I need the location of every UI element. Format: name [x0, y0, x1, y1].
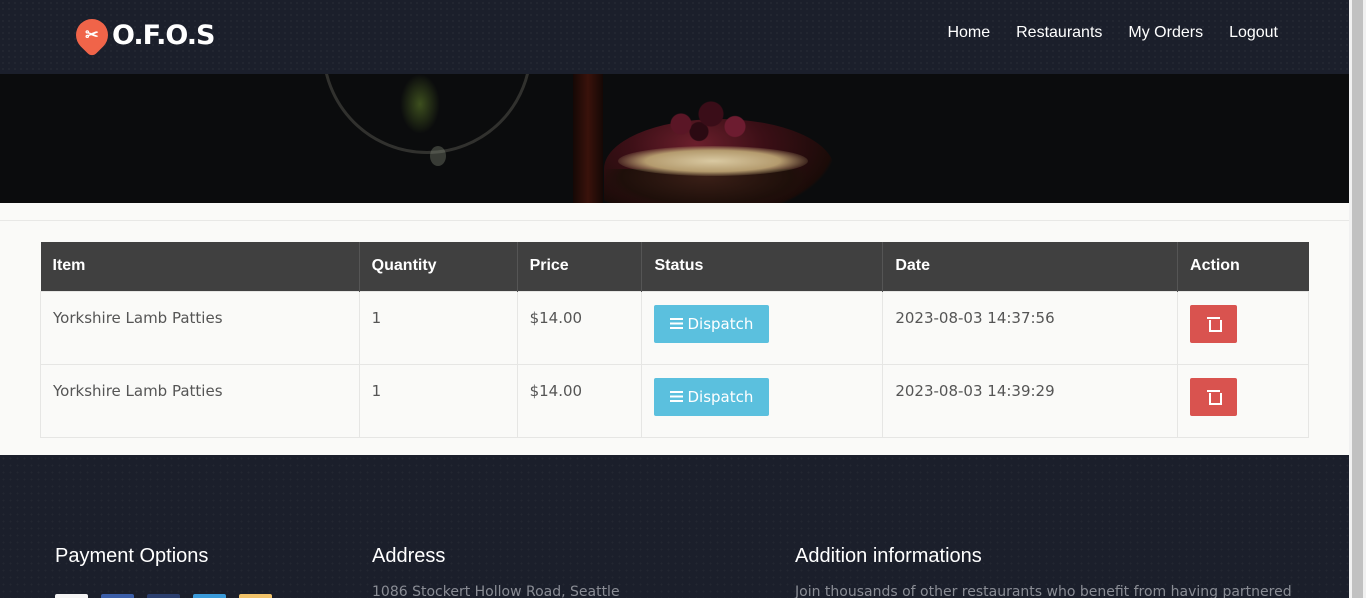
logo-badge-icon: ✂	[69, 12, 115, 58]
hero-glass-stem	[430, 146, 446, 166]
column-header-date: Date	[882, 242, 1179, 291]
column-header-price: Price	[517, 242, 643, 291]
cell-status: Dispatch	[641, 290, 884, 365]
bars-icon	[670, 391, 684, 402]
cell-date: 2023-08-03 14:39:29	[882, 363, 1179, 438]
navbar: ✂ O.F.O.S Home Restaurants My Orders Log…	[0, 0, 1349, 74]
hero-background-accent	[573, 74, 603, 203]
card-gold-icon	[239, 594, 272, 598]
card-white-icon	[55, 594, 88, 598]
dispatch-label: Dispatch	[687, 314, 754, 333]
payment-options-heading: Payment Options	[55, 545, 209, 567]
page-scrollbar[interactable]	[1349, 0, 1366, 598]
card-navy-icon	[147, 594, 180, 598]
orders-table: Item Quantity Price Status Date Action Y…	[40, 242, 1309, 438]
table-row: Yorkshire Lamb Patties 1 $14.00 Dispatch…	[40, 290, 1309, 365]
additional-info-text: Join thousands of other restaurants who …	[795, 584, 1292, 598]
delete-button[interactable]	[1190, 304, 1238, 343]
nav-home-link[interactable]: Home	[947, 24, 990, 42]
hero-banner	[0, 74, 1349, 203]
cell-item: Yorkshire Lamb Patties	[40, 290, 360, 365]
footer: Payment Options Address 1086 Stockert Ho…	[0, 455, 1349, 598]
cell-action	[1177, 290, 1309, 365]
column-header-action: Action	[1177, 242, 1309, 291]
trash-icon	[1207, 317, 1223, 332]
cell-action	[1177, 363, 1309, 438]
column-header-quantity: Quantity	[359, 242, 518, 291]
main-nav: Home Restaurants My Orders Logout	[947, 24, 1278, 42]
payment-icons	[55, 594, 272, 598]
column-header-item: Item	[40, 242, 360, 291]
cell-quantity: 1	[358, 290, 518, 365]
trash-icon	[1207, 390, 1223, 405]
cell-quantity: 1	[358, 363, 518, 438]
hero-berries	[645, 94, 765, 144]
dispatch-button[interactable]: Dispatch	[654, 377, 770, 416]
address-heading: Address	[372, 545, 446, 567]
hero-cream	[618, 146, 808, 176]
column-header-status: Status	[641, 242, 884, 291]
nav-my-orders-link[interactable]: My Orders	[1128, 24, 1203, 42]
address-text: 1086 Stockert Hollow Road, Seattle	[372, 584, 620, 598]
dispatch-label: Dispatch	[687, 387, 754, 406]
cell-price: $14.00	[516, 290, 643, 365]
card-lightblue-icon	[193, 594, 226, 598]
delete-button[interactable]	[1190, 377, 1238, 416]
logo-text: O.F.O.S	[112, 19, 215, 51]
table-row: Yorkshire Lamb Patties 1 $14.00 Dispatch…	[40, 363, 1309, 438]
scrollbar-thumb[interactable]	[1352, 0, 1363, 598]
cell-status: Dispatch	[641, 363, 884, 438]
nav-restaurants-link[interactable]: Restaurants	[1016, 24, 1102, 42]
table-header-row: Item Quantity Price Status Date Action	[40, 242, 1309, 291]
logo[interactable]: ✂ O.F.O.S	[69, 12, 215, 58]
card-blue-icon	[101, 594, 134, 598]
section-divider	[0, 220, 1349, 221]
cell-date: 2023-08-03 14:37:56	[882, 290, 1179, 365]
dispatch-button[interactable]: Dispatch	[654, 304, 770, 343]
cell-price: $14.00	[516, 363, 643, 438]
additional-info-heading: Addition informations	[795, 545, 982, 567]
cell-item: Yorkshire Lamb Patties	[40, 363, 360, 438]
nav-logout-link[interactable]: Logout	[1229, 24, 1278, 42]
bars-icon	[670, 318, 684, 329]
hero-glass	[322, 74, 532, 154]
